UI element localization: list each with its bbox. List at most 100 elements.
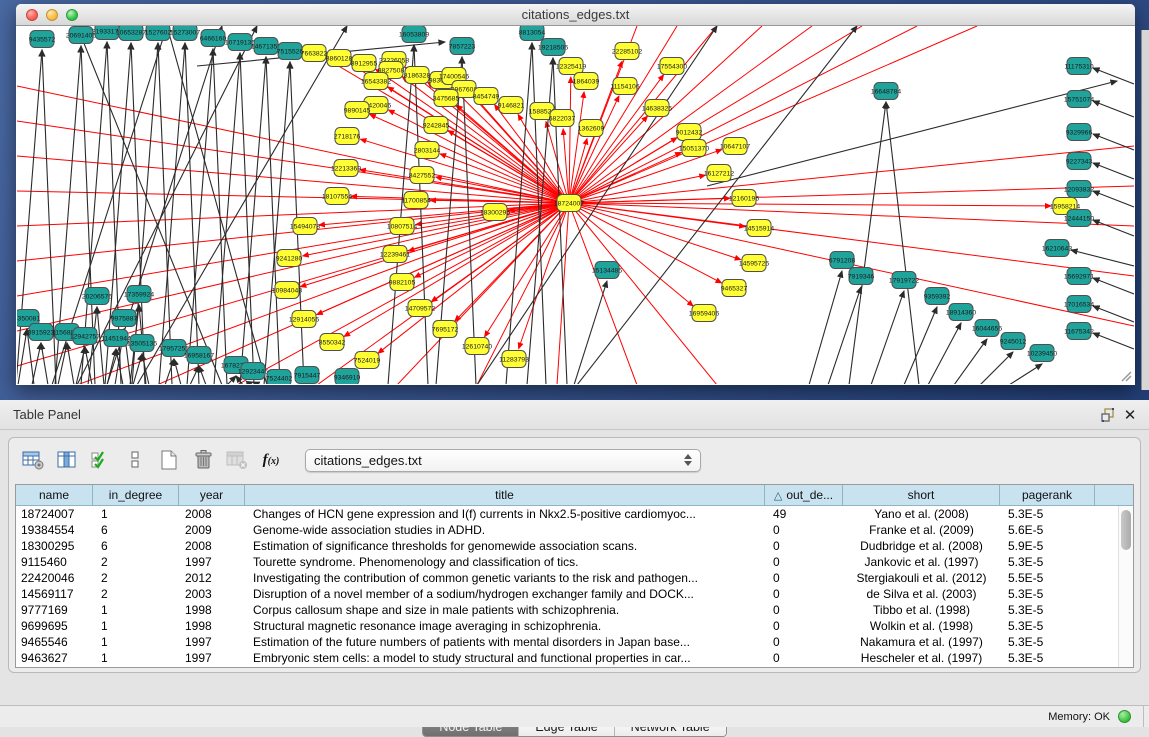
- column-header-in_degree[interactable]: in_degree: [93, 485, 179, 505]
- graph-node-label: 7515526: [277, 49, 304, 56]
- cell-pagerank: 5.3E-5: [1000, 586, 1095, 602]
- column-header-name[interactable]: name: [16, 485, 93, 505]
- cell-pagerank: 5.3E-5: [1000, 602, 1095, 618]
- table-panel-body: f(x) citations_edges.txt namein_degreeyea…: [8, 437, 1141, 673]
- graph-node-label: 11175310: [1064, 64, 1093, 71]
- node-table: namein_degreeyeartitle△out_de...shortpag…: [15, 484, 1134, 668]
- cell-name: 18300295: [16, 538, 93, 554]
- graph-node-label: 12213369: [331, 166, 361, 173]
- network-graph[interactable]: 1872400718300295766382288601288912955232…: [17, 26, 1134, 384]
- cell-name: 9115460: [16, 554, 93, 570]
- table-panel-header: Table Panel ✕: [0, 400, 1149, 430]
- table-source-select[interactable]: citations_edges.txt: [305, 449, 701, 472]
- table-row[interactable]: 911546021997Tourette syndrome. Phenomeno…: [16, 554, 1133, 570]
- graph-node-label: 6822037: [549, 116, 576, 123]
- table-row[interactable]: 1456911722003Disruption of a novel membe…: [16, 586, 1133, 602]
- float-panel-icon[interactable]: [1097, 405, 1119, 425]
- cell-year: 1997: [179, 554, 245, 570]
- table-row[interactable]: 946554611997Estimation of the future num…: [16, 634, 1133, 650]
- cell-title: Changes of HCN gene expression and I(f) …: [245, 506, 765, 522]
- table-row[interactable]: 1938455462009Genome-wide association stu…: [16, 522, 1133, 538]
- clear-selection-button[interactable]: [121, 446, 149, 474]
- table-row[interactable]: 969969511998Structural magnetic resonanc…: [16, 618, 1133, 634]
- graph-node-label: 15051370: [679, 146, 709, 153]
- cell-pagerank: 5.3E-5: [1000, 650, 1095, 666]
- new-column-button[interactable]: [155, 446, 183, 474]
- column-header-pagerank[interactable]: pagerank: [1000, 485, 1095, 505]
- delete-table-button[interactable]: [223, 446, 251, 474]
- cell-short: Hescheler et al. (1997): [843, 650, 1000, 666]
- delete-columns-button[interactable]: [189, 446, 217, 474]
- cell-short: Stergiakouli et al. (2012): [843, 570, 1000, 586]
- graph-node-label: 17359924: [124, 292, 154, 299]
- network-canvas[interactable]: 1872400718300295766382288601288912955232…: [17, 26, 1134, 384]
- graph-node-label: 10807514: [387, 224, 417, 231]
- delete-table-icon: [226, 450, 248, 470]
- table-scrollbar[interactable]: [1118, 506, 1133, 667]
- fx-icon: f(x): [263, 452, 280, 469]
- graph-node-label: 12160196: [729, 196, 759, 203]
- graph-node-label: 1362609: [578, 126, 605, 133]
- graph-node-label: 9146821: [498, 103, 525, 110]
- table-row[interactable]: 1872400712008Changes of HCN gene express…: [16, 506, 1133, 522]
- graph-node-label: 9227343: [1066, 159, 1093, 166]
- network-window[interactable]: citations_edges.txt 18724007183002957663…: [16, 4, 1135, 385]
- graph-node-label: 7524402: [266, 376, 293, 383]
- cell-in_degree: 1: [93, 602, 179, 618]
- graph-node-label: 12325419: [556, 64, 586, 71]
- scrollbar-thumb[interactable]: [1121, 510, 1131, 550]
- cell-out_de: 0: [765, 650, 843, 666]
- table-row[interactable]: 977716911998Corpus callosum shape and si…: [16, 602, 1133, 618]
- minimize-window-button[interactable]: [46, 9, 58, 21]
- window-resize-grip[interactable]: [1120, 370, 1132, 382]
- table-row[interactable]: 1830029562008Estimation of significance …: [16, 538, 1133, 554]
- zoom-window-button[interactable]: [66, 9, 78, 21]
- graph-node-label: 11700854: [401, 198, 431, 205]
- graph-node-label: 12093832: [1064, 187, 1094, 194]
- function-builder-button[interactable]: f(x): [257, 446, 285, 474]
- column-header-year[interactable]: year: [179, 485, 245, 505]
- graph-node-label: 9245012: [1000, 339, 1027, 346]
- cell-in_degree: 1: [93, 618, 179, 634]
- graph-node-label: 13505135: [127, 341, 157, 348]
- close-panel-icon[interactable]: ✕: [1119, 405, 1141, 425]
- cell-year: 2008: [179, 538, 245, 554]
- cell-title: Estimation of the future numbers of pati…: [245, 634, 765, 650]
- table-source-value: citations_edges.txt: [314, 453, 684, 468]
- table-row[interactable]: 2242004622012Investigating the contribut…: [16, 570, 1133, 586]
- show-columns-button[interactable]: [53, 446, 81, 474]
- column-header-title[interactable]: title: [245, 485, 765, 505]
- graph-node-label: 14515914: [744, 226, 774, 233]
- graph-node-label: 3475685: [433, 96, 460, 103]
- graph-node-label: 9882105: [389, 280, 416, 287]
- network-window-titlebar[interactable]: citations_edges.txt: [16, 4, 1135, 26]
- column-header-out_de[interactable]: △out_de...: [765, 485, 843, 505]
- graph-node-label: 12610740: [462, 344, 492, 351]
- table-body: 1872400712008Changes of HCN gene express…: [16, 506, 1133, 666]
- cell-title: Corpus callosum shape and size in male p…: [245, 602, 765, 618]
- cell-name: 9465546: [16, 634, 93, 650]
- table-mode-button[interactable]: [19, 446, 47, 474]
- graph-node-label: 3915923: [28, 330, 55, 337]
- table-row[interactable]: 946362711997Embryonic stem cells: a mode…: [16, 650, 1133, 666]
- status-divider: [1143, 706, 1149, 727]
- column-header-short[interactable]: short: [843, 485, 1000, 505]
- graph-node-label: 10984043: [272, 288, 302, 295]
- graph-node-label: 16210643: [1042, 246, 1072, 253]
- graph-node-label: 16648784: [871, 89, 901, 96]
- graph-node-label: 11283793: [499, 357, 529, 364]
- graph-node-label: 8454749: [473, 94, 500, 101]
- graph-node-label: 12239461: [380, 252, 410, 259]
- desktop-scrollbar[interactable]: [1141, 30, 1149, 390]
- graph-node-label: 9359392: [924, 294, 951, 301]
- graph-node-label: 12923446: [238, 369, 268, 376]
- graph-node-label: 12942757: [70, 334, 100, 341]
- cell-short: Nakamura et al. (1997): [843, 634, 1000, 650]
- graph-node-label: 18914360: [946, 310, 976, 317]
- graph-node-label: 22285102: [612, 49, 642, 56]
- graph-node-label: 2803144: [414, 148, 441, 155]
- select-all-icon: [90, 450, 112, 470]
- select-all-button[interactable]: [87, 446, 115, 474]
- close-window-button[interactable]: [26, 9, 38, 21]
- graph-node-label: 10653287: [116, 30, 146, 37]
